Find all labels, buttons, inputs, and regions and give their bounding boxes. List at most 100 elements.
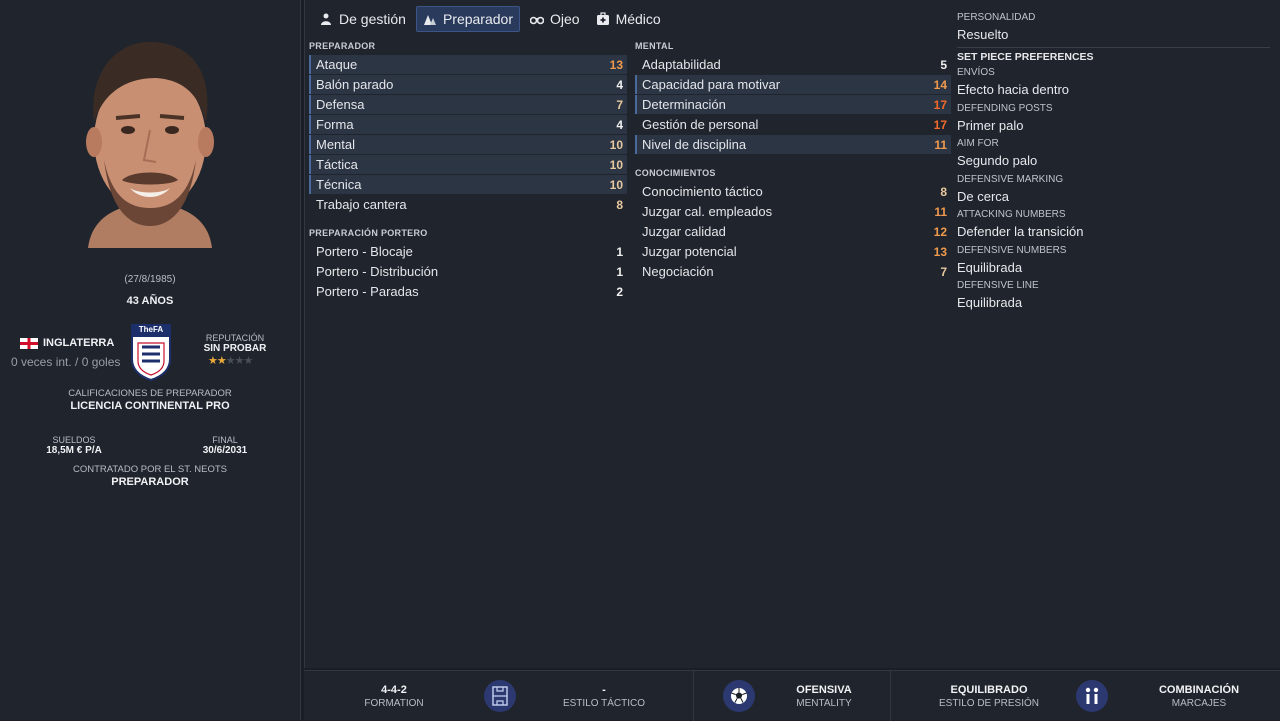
attribute-row[interactable]: Trabajo cantera 8 bbox=[309, 195, 627, 214]
preference-label: DEFENSIVE MARKING bbox=[957, 173, 1064, 185]
attribute-label: Ataque bbox=[316, 57, 358, 72]
attribute-label: Mental bbox=[316, 137, 356, 152]
tab-de-gestion[interactable]: De gestión bbox=[313, 6, 412, 32]
wage-value: 18,5M € P/A bbox=[46, 445, 102, 456]
attribute-label: Balón parado bbox=[316, 77, 394, 92]
attribute-label: Juzgar potencial bbox=[642, 244, 737, 259]
staff-profile-panel: (27/8/1985) 43 AÑOS INGLATERRA 0 veces i… bbox=[0, 0, 301, 720]
set-piece-heading: SET PIECE PREFERENCES bbox=[957, 51, 1094, 63]
attribute-value: 1 bbox=[616, 244, 623, 259]
tab-ojeo[interactable]: Ojeo bbox=[524, 6, 586, 32]
attribute-row[interactable]: Juzgar cal. empleados 11 bbox=[635, 202, 951, 221]
attribute-label: Trabajo cantera bbox=[316, 197, 407, 212]
attribute-row[interactable]: Juzgar potencial 13 bbox=[635, 242, 951, 261]
star-icon: ★ bbox=[225, 355, 236, 367]
attribute-label: Táctica bbox=[316, 157, 358, 172]
attribute-label: Portero - Blocaje bbox=[316, 244, 413, 259]
attribute-value: 5 bbox=[940, 57, 947, 72]
staff-portrait bbox=[70, 30, 230, 248]
divider bbox=[957, 47, 1270, 48]
attribute-value: 10 bbox=[609, 157, 623, 172]
date-of-birth: (27/8/1985) bbox=[124, 274, 176, 285]
attribute-label: Juzgar cal. empleados bbox=[642, 204, 773, 219]
qualification-label: CALIFICACIONES DE PREPARADOR bbox=[68, 388, 232, 399]
attribute-row[interactable]: Táctica 10 bbox=[309, 155, 627, 174]
attribute-row[interactable]: Portero - Blocaje 1 bbox=[309, 242, 627, 261]
attribute-row[interactable]: Capacidad para motivar 14 bbox=[635, 75, 951, 94]
attribute-row[interactable]: Portero - Distribución 1 bbox=[309, 262, 627, 281]
tactical-style-cell[interactable]: - ESTILO TÁCTICO bbox=[544, 671, 664, 721]
marking-cell[interactable]: COMBINACIÓN MARCAJES bbox=[1134, 671, 1264, 721]
attribute-value: 2 bbox=[616, 284, 623, 299]
divider bbox=[693, 671, 694, 721]
attribute-label: Negociación bbox=[642, 264, 714, 279]
attribute-row[interactable]: Gestión de personal 17 bbox=[635, 115, 951, 134]
attribute-value: 1 bbox=[616, 264, 623, 279]
star-icon: ★ bbox=[243, 355, 254, 367]
contract-club-label: CONTRATADO POR EL ST. NEOTS bbox=[73, 464, 227, 475]
tactics-bar: 4-4-2 FORMATION - ESTILO TÁCTICO OFENSIV… bbox=[304, 670, 1280, 721]
attribute-label: Forma bbox=[316, 117, 354, 132]
pitch-icon[interactable] bbox=[484, 680, 516, 712]
section-mental: MENTAL bbox=[635, 41, 674, 51]
nation-name: INGLATERRA bbox=[43, 337, 115, 349]
attribute-row[interactable]: Adaptabilidad 5 bbox=[635, 55, 951, 74]
age: 43 AÑOS bbox=[126, 295, 174, 307]
preference-label: DEFENSIVE LINE bbox=[957, 280, 1039, 291]
attribute-value: 7 bbox=[940, 264, 947, 279]
star-icon: ★ bbox=[234, 355, 245, 367]
attribute-label: Portero - Distribución bbox=[316, 264, 439, 279]
attribute-row[interactable]: Determinación 17 bbox=[635, 95, 951, 114]
personality-label: PERSONALIDAD bbox=[957, 12, 1036, 23]
attributes-panel: De gestión Preparador Ojeo Médico PREPAR… bbox=[304, 0, 1280, 668]
attribute-value: 10 bbox=[609, 137, 623, 152]
contract-end-label: FINAL bbox=[212, 435, 238, 445]
preference-label: DEFENSIVE NUMBERS bbox=[957, 244, 1067, 256]
attribute-value: 11 bbox=[934, 204, 947, 219]
role-tabs: De gestión Preparador Ojeo Médico bbox=[313, 6, 667, 32]
attribute-value: 14 bbox=[933, 77, 947, 92]
personality-value: Resuelto bbox=[957, 27, 1009, 42]
attribute-label: Gestión de personal bbox=[642, 117, 759, 132]
preference-label: ENVÍOS bbox=[957, 67, 995, 78]
attribute-value: 13 bbox=[609, 57, 623, 72]
attribute-row[interactable]: Mental 10 bbox=[309, 135, 627, 154]
attribute-row[interactable]: Juzgar calidad 12 bbox=[635, 222, 951, 241]
contract-role: PREPARADOR bbox=[111, 476, 189, 488]
attribute-label: Juzgar calidad bbox=[642, 224, 726, 239]
tab-medico[interactable]: Médico bbox=[590, 6, 667, 32]
contract-end-value: 30/6/2031 bbox=[202, 445, 248, 456]
football-icon[interactable] bbox=[723, 680, 755, 712]
attribute-row[interactable]: Nivel de disciplina 11 bbox=[635, 135, 951, 154]
section-conocimientos: CONOCIMIENTOS bbox=[635, 168, 716, 178]
attribute-value: 4 bbox=[616, 77, 623, 92]
attribute-row[interactable]: Ataque 13 bbox=[309, 55, 627, 74]
attribute-row[interactable]: Técnica 10 bbox=[309, 175, 627, 194]
attribute-label: Defensa bbox=[316, 97, 365, 112]
mentality-cell[interactable]: OFENSIVA MENTALITY bbox=[764, 671, 884, 721]
preference-value: Segundo palo bbox=[957, 153, 1038, 168]
tab-preparador[interactable]: Preparador bbox=[415, 6, 520, 32]
attribute-label: Conocimiento táctico bbox=[642, 184, 763, 199]
attribute-row[interactable]: Balón parado 4 bbox=[309, 75, 627, 94]
attribute-value: 13 bbox=[933, 244, 947, 259]
attribute-label: Capacidad para motivar bbox=[642, 77, 781, 92]
divider bbox=[890, 671, 891, 721]
attribute-row[interactable]: Defensa 7 bbox=[309, 95, 627, 114]
preference-label: AIM FOR bbox=[957, 138, 999, 149]
cones-icon bbox=[423, 15, 436, 25]
formation-cell[interactable]: 4-4-2 FORMATION bbox=[334, 671, 454, 721]
nationality[interactable]: INGLATERRA bbox=[20, 337, 114, 349]
reputation-label: REPUTACIÓN bbox=[205, 333, 265, 343]
marking-icon[interactable] bbox=[1076, 680, 1108, 712]
attribute-value: 7 bbox=[616, 97, 623, 112]
attribute-row[interactable]: Negociación 7 bbox=[635, 262, 951, 281]
attribute-row[interactable]: Forma 4 bbox=[309, 115, 627, 134]
section-portero: PREPARACIÓN PORTERO bbox=[309, 228, 428, 238]
attribute-label: Técnica bbox=[316, 177, 362, 192]
pressing-style-cell[interactable]: EQUILIBRADO ESTILO DE PRESIÓN bbox=[924, 671, 1054, 721]
attribute-row[interactable]: Portero - Paradas 2 bbox=[309, 282, 627, 301]
attribute-row[interactable]: Conocimiento táctico 8 bbox=[635, 182, 951, 201]
fa-crest-icon[interactable]: TheFA bbox=[130, 323, 172, 382]
attribute-value: 11 bbox=[934, 137, 947, 152]
